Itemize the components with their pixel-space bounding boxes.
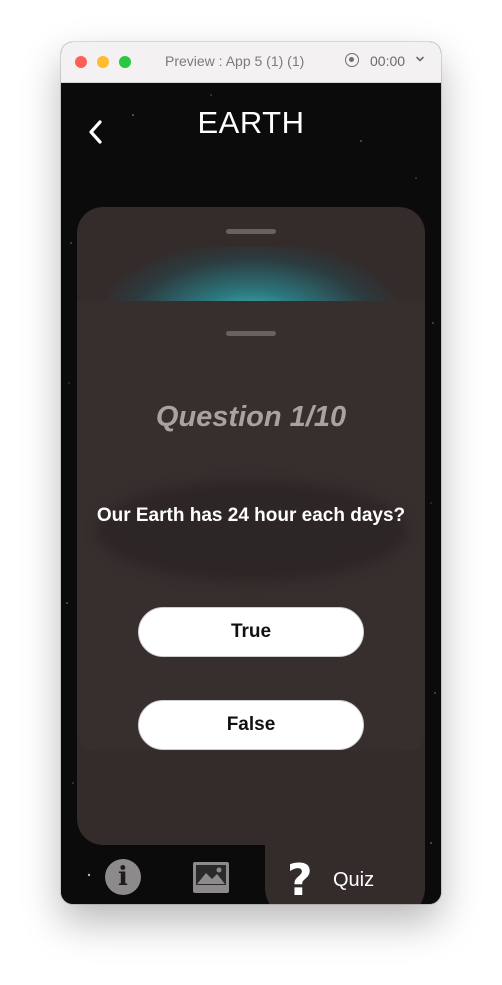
tab-gallery[interactable] [192,861,230,894]
tab-quiz-label: Quiz [333,869,375,891]
card-shadow [97,481,407,581]
minimize-window-button[interactable] [97,56,109,68]
record-icon[interactable] [345,53,359,67]
quiz-card: Question 1/10 Our Earth has 24 hour each… [77,301,425,751]
app-window: Preview : App 5 (1) (1) 00:00 EARTH Ques… [61,42,441,904]
close-window-button[interactable] [75,56,87,68]
chevron-down-icon[interactable] [415,54,425,64]
window-title: Preview : App 5 (1) (1) [165,53,305,69]
card-drag-handle[interactable] [226,229,276,234]
question-icon: ? [287,855,313,904]
quiz-drag-handle[interactable] [226,331,276,336]
tab-info[interactable]: i [105,859,141,895]
zoom-window-button[interactable] [119,56,131,68]
false-answer-button[interactable]: False [138,700,364,750]
true-answer-button[interactable]: True [138,607,364,657]
bottom-tabbar: i ? Quiz [61,803,441,904]
question-counter: Question 1/10 [155,401,347,433]
window-titlebar: Preview : App 5 (1) (1) 00:00 [61,42,441,83]
tab-quiz[interactable]: ? Quiz [265,823,425,904]
page-title: EARTH [197,105,305,140]
app-screen: EARTH Question 1/10 Our Earth has 24 hou… [61,83,441,904]
timer-readout: 00:00 [370,53,406,69]
question-text: Our Earth has 24 hour each days? [96,505,406,526]
